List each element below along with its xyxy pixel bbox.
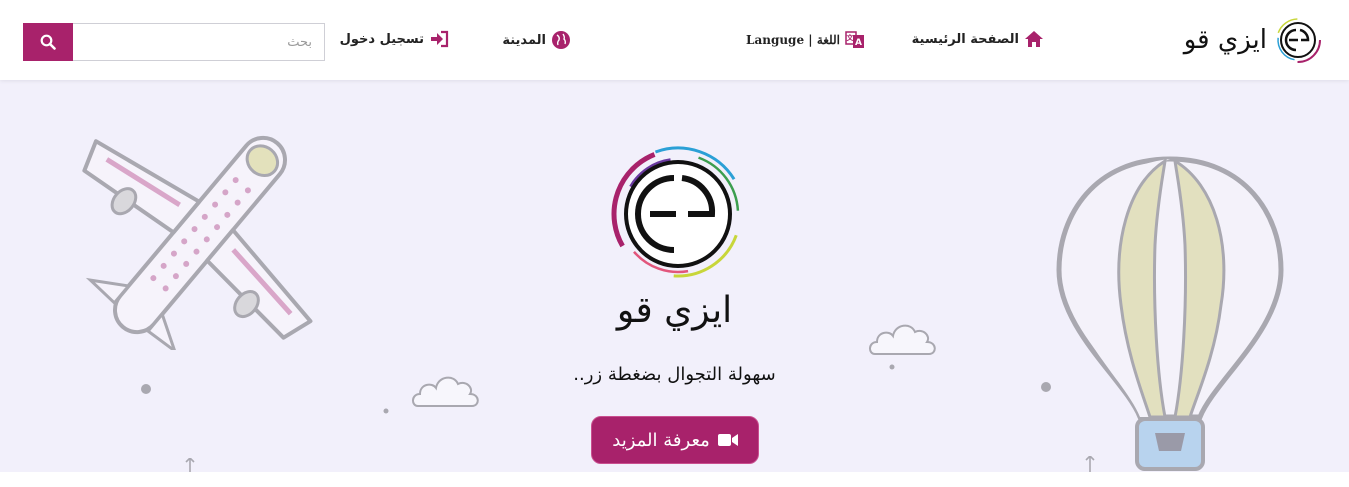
decorative-dot [383,408,389,414]
brand-name[interactable]: ايزي قو [1184,25,1267,55]
translate-icon: A 文 [845,31,864,48]
search-input[interactable] [73,23,325,61]
nav-login-label: تسجيل دخول [339,31,424,47]
nav-home-label: الصفحة الرئيسية [911,31,1019,47]
hero-title: ايزي قو [616,290,733,331]
nav-language-link[interactable]: Languge | اللغة A 文 [746,30,865,50]
video-camera-icon [717,434,738,446]
brand[interactable]: ايزي قو [1184,14,1323,66]
brand-logo-icon[interactable] [1273,15,1323,65]
home-icon [1025,31,1043,47]
nav-login-link[interactable]: تسجيل دخول [340,30,449,48]
svg-text:文: 文 [847,33,855,42]
svg-text:A: A [855,38,862,48]
search-button[interactable] [23,23,73,61]
search-bar [23,23,325,61]
learn-more-label: معرفة المزيد [612,429,710,451]
hero-tagline: سهولة التجوال بضغطة زر.. [573,364,776,385]
globe-icon [552,31,570,49]
hero-logo-icon [610,146,746,282]
nav-home-link[interactable]: الصفحة الرئيسية [912,30,1044,48]
sparkle-icon [185,458,195,472]
nav-language-label: Languge | اللغة [746,33,840,47]
nav-city-label: المدينة [502,32,546,48]
nav-city-link[interactable]: المدينة [502,30,571,50]
learn-more-button[interactable]: معرفة المزيد [591,416,759,464]
sparkle-icon [1085,456,1095,472]
search-icon [40,34,56,50]
page-bottom-strip [0,472,1349,487]
top-navbar: ايزي قو الصفحة الرئيسية Languge | اللغة … [0,0,1349,80]
sign-in-icon [431,30,449,48]
hero-section: ايزي قو سهولة التجوال بضغطة زر.. معرفة ا… [0,80,1349,472]
